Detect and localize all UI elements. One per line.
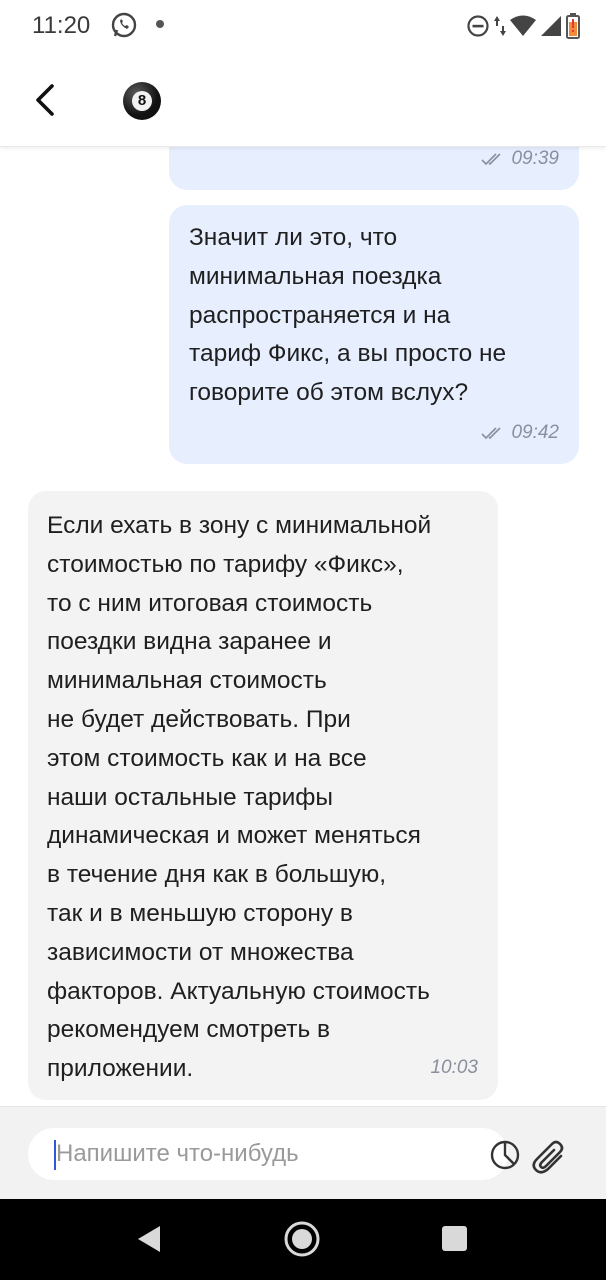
message-time: 09:39 [511, 148, 559, 169]
nav-recents-icon[interactable] [442, 1226, 467, 1251]
chat-messages[interactable]: 09:39 Значит ли это, что минимальная пое… [0, 147, 606, 1105]
battery-low-icon [566, 13, 580, 39]
status-time: 11:20 [32, 12, 91, 39]
signal-icon [541, 16, 561, 36]
quick-replies-icon[interactable] [489, 1139, 521, 1171]
dnd-icon [467, 15, 489, 37]
message-meta: 09:42 [481, 422, 559, 444]
data-arrows-icon [494, 16, 506, 36]
nav-back-icon[interactable] [136, 1225, 162, 1253]
message-bubble-incoming[interactable]: Если ехать в зону с минимальной стоимост… [28, 491, 498, 1100]
double-check-icon [481, 153, 502, 166]
message-time: 09:42 [511, 422, 559, 443]
input-placeholder: Напишите что-нибудь [56, 1140, 299, 1167]
message-input[interactable]: Напишите что-нибудь [28, 1128, 520, 1180]
whatsapp-icon [111, 12, 137, 38]
paperclip-icon[interactable] [531, 1139, 569, 1177]
double-check-icon [481, 427, 502, 440]
system-icons [466, 11, 580, 41]
avatar[interactable]: 8 [123, 82, 161, 120]
nav-home-icon[interactable] [284, 1221, 320, 1257]
message-time: 10:03 [430, 1057, 478, 1078]
system-nav-bar [0, 1199, 606, 1280]
message-meta: 09:39 [481, 148, 559, 170]
message-bubble-outgoing[interactable]: Значит ли это, что минимальная поездка р… [169, 205, 579, 464]
notification-dot-icon [156, 20, 164, 28]
composer-bar: Напишите что-нибудь [0, 1106, 606, 1200]
chat-header: 8 [0, 52, 606, 147]
message-text: Значит ли это, что минимальная поездка р… [189, 224, 507, 407]
message-bubble-outgoing[interactable]: 09:39 [169, 147, 579, 190]
status-bar: 11:20 [0, 0, 606, 52]
message-text: Если ехать в зону с минимальной стоимост… [47, 512, 432, 1083]
wifi-icon [510, 15, 536, 36]
avatar-label: 8 [132, 91, 152, 111]
message-meta: 10:03 [430, 1057, 478, 1079]
chevron-left-icon[interactable] [26, 78, 66, 122]
